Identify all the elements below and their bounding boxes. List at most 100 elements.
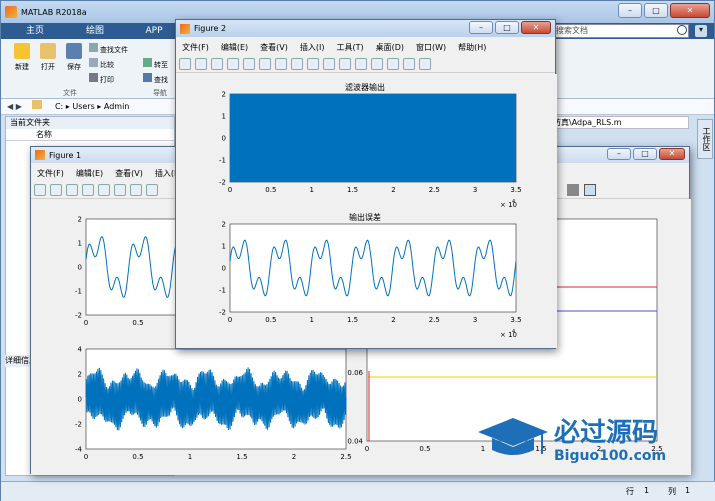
name-header[interactable]: 名称 <box>6 129 174 141</box>
find-icon <box>143 73 152 82</box>
watermark-brand: 必过源码 <box>554 418 659 448</box>
x-tick-label: 2.5 <box>429 186 440 194</box>
x-tick-label: 1.5 <box>236 453 247 461</box>
close-button[interactable]: ✕ <box>659 148 685 160</box>
search-input[interactable]: 搜索文档 <box>549 24 689 38</box>
new-figure-icon[interactable] <box>34 184 46 196</box>
y-tick-label: 2 <box>78 216 82 224</box>
x-tick-label: 0 <box>228 186 232 194</box>
y-tick-label: 4 <box>78 346 83 354</box>
menu-file[interactable]: 文件(F) <box>182 42 209 53</box>
save-button[interactable]: 保存 <box>63 43 85 72</box>
menu-file[interactable]: 文件(F) <box>37 168 64 179</box>
dense-signal-fill <box>230 94 516 182</box>
back-icon[interactable]: ◀ ▶ <box>7 102 22 111</box>
print-icon <box>89 73 98 82</box>
menu-help[interactable]: 帮助(H) <box>458 42 486 53</box>
figure2-window: Figure 2 – □ ✕ 文件(F) 编辑(E) 查看(V) 插入(I) 工… <box>175 19 557 349</box>
zoom-in-icon[interactable] <box>114 184 126 196</box>
pointer-icon[interactable] <box>98 184 110 196</box>
menu-view[interactable]: 查看(V) <box>260 42 288 53</box>
search-icon[interactable] <box>677 25 687 35</box>
hide-plot-tools-icon[interactable] <box>403 58 415 70</box>
compare-label: 比较 <box>100 61 114 69</box>
show-plot-tools-icon[interactable] <box>419 58 431 70</box>
watermark-url: Biguo100.com <box>554 448 667 464</box>
new-figure-icon[interactable] <box>179 58 191 70</box>
minimize-button[interactable]: – <box>607 148 631 160</box>
maximize-button[interactable]: □ <box>644 3 668 18</box>
minimize-button[interactable]: – <box>469 21 493 34</box>
maximize-button[interactable]: □ <box>633 148 657 160</box>
minimize-button[interactable]: – <box>618 3 642 18</box>
find-files-icon <box>89 43 98 52</box>
y-tick-label: -1 <box>219 157 226 165</box>
rotate-3d-icon[interactable] <box>307 58 319 70</box>
x-tick-label: 0.5 <box>265 186 276 194</box>
goto-button[interactable]: 转至 <box>143 58 168 70</box>
open-file-icon[interactable] <box>50 184 62 196</box>
menu-desktop[interactable]: 桌面(D) <box>376 42 404 53</box>
compare-button[interactable]: 比较 <box>89 58 114 70</box>
colorbar-icon[interactable] <box>371 58 383 70</box>
save-label: 保存 <box>67 63 81 71</box>
address-part[interactable]: Users <box>72 102 94 111</box>
zoom-out-icon[interactable] <box>130 184 142 196</box>
figure2-titlebar: Figure 2 – □ ✕ <box>176 20 555 37</box>
x-tick-label: 0.5 <box>132 319 143 327</box>
x-tick-label: 1 <box>188 453 192 461</box>
link-plot-icon[interactable] <box>355 58 367 70</box>
y-tick-label: 0 <box>222 135 226 143</box>
find-files-button[interactable]: 查找文件 <box>89 43 128 55</box>
print-button[interactable]: 打印 <box>89 73 114 85</box>
group-nav-label: 导航 <box>153 89 167 97</box>
legend-icon[interactable] <box>387 58 399 70</box>
workspace-tab[interactable]: 工作区 <box>697 119 713 159</box>
zoom-out-icon[interactable] <box>275 58 287 70</box>
x-tick-label: 1.5 <box>347 186 358 194</box>
open-file-icon[interactable] <box>195 58 207 70</box>
axis-title: 滤波器输出 <box>345 82 385 92</box>
close-button[interactable]: ✕ <box>670 3 710 18</box>
brush-icon[interactable] <box>339 58 351 70</box>
zoom-in-icon[interactable] <box>259 58 271 70</box>
col-value: 1 <box>685 486 691 495</box>
save-figure-icon[interactable] <box>211 58 223 70</box>
address-part[interactable]: Admin <box>104 102 130 111</box>
help-icon[interactable]: ▾ <box>695 25 707 37</box>
find-label: 查找 <box>154 76 168 84</box>
x-tick-label: 0 <box>84 453 88 461</box>
x-tick-label: 0 <box>365 445 369 453</box>
pointer-icon[interactable] <box>243 58 255 70</box>
address-drive[interactable]: C: <box>55 102 63 111</box>
data-cursor-icon[interactable] <box>323 58 335 70</box>
open-button[interactable]: 打开 <box>37 43 59 72</box>
menu-window[interactable]: 窗口(W) <box>416 42 446 53</box>
print-figure-icon[interactable] <box>227 58 239 70</box>
menu-insert[interactable]: 插入(I) <box>300 42 325 53</box>
print-figure-icon[interactable] <box>82 184 94 196</box>
print-label: 打印 <box>100 76 114 84</box>
y-tick-label: -2 <box>219 179 226 187</box>
matlab-title: MATLAB R2018a <box>21 7 87 17</box>
save-figure-icon[interactable] <box>66 184 78 196</box>
maximize-button[interactable]: □ <box>495 21 519 34</box>
x-tick-label: 1.5 <box>347 316 358 324</box>
tab-home[interactable]: 主页 <box>9 23 61 39</box>
close-button[interactable]: ✕ <box>521 21 551 34</box>
pan-hand-icon[interactable] <box>291 58 303 70</box>
find-button[interactable]: 查找 <box>143 73 168 85</box>
menu-tools[interactable]: 工具(T) <box>336 42 363 53</box>
tab-plots[interactable]: 绘图 <box>65 23 125 39</box>
menu-edit[interactable]: 编辑(E) <box>221 42 248 53</box>
menu-view[interactable]: 查看(V) <box>115 168 143 179</box>
new-button[interactable]: 新建 <box>11 43 33 72</box>
pan-hand-icon[interactable] <box>146 184 158 196</box>
hide-plot-tools-icon[interactable] <box>567 184 579 196</box>
matlab-logo-icon <box>180 23 190 34</box>
tab-apps[interactable]: APP <box>129 23 179 39</box>
folder-up-icon[interactable] <box>32 100 43 109</box>
menu-edit[interactable]: 编辑(E) <box>76 168 103 179</box>
open-label: 打开 <box>41 63 55 71</box>
show-plot-tools-icon[interactable] <box>584 184 596 196</box>
